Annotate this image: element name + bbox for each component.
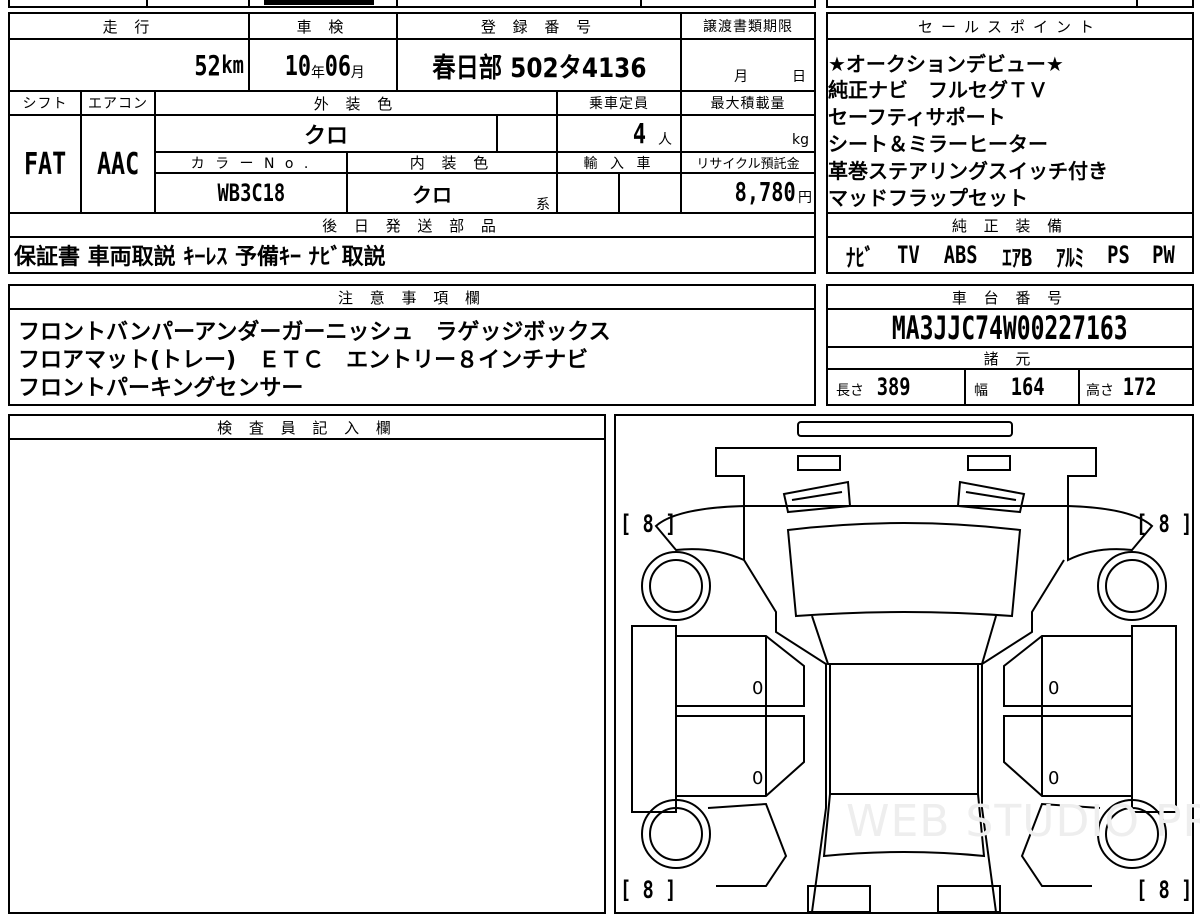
max-load-unit: kg	[792, 132, 809, 148]
mileage-header: 走 行	[102, 17, 156, 36]
inspection-value: 10 年 06 月	[284, 48, 365, 82]
registration-number: 春日部 502タ4136	[431, 52, 647, 84]
watermark: WEB STUDIO PRO	[846, 796, 1200, 847]
capacity-value: 4 人	[632, 117, 672, 150]
deadline-month-unit: 月	[734, 69, 748, 85]
notes-panel: 注 意 事 項 欄 フロントバンパーアンダーガーニッシュ ラゲッジボックス フロ…	[8, 284, 816, 406]
vehicle-info-table: 走 行 車 検 登 録 番 号 譲渡書類期限 52 km 10 年 06 月 春…	[8, 12, 816, 274]
spec-length: 長さ 389	[836, 373, 911, 401]
notes-header: 注 意 事 項 欄	[337, 288, 487, 307]
mileage-unit: km	[221, 51, 244, 79]
transfer-deadline-header: 譲渡書類期限	[703, 19, 793, 35]
color-no-value: WB3C18	[217, 179, 285, 207]
registration-header: 登 録 番 号	[480, 17, 598, 36]
interior-color-header: 内 装 色	[409, 154, 495, 172]
shift-value: FAT	[23, 146, 67, 182]
sales-points-header: セールスポイント	[917, 17, 1102, 36]
inspection-header: 車 検	[296, 17, 350, 36]
equipment-item: TV	[897, 241, 920, 269]
inspector-header: 検 査 員 記 入 欄	[217, 418, 397, 437]
equipment-item: PS	[1107, 241, 1131, 269]
sales-point-line: シート＆ミラーヒーター	[828, 132, 1048, 156]
equipment-item: ﾅﾋﾞ	[845, 243, 874, 272]
equipment-item: ｱﾙﾐ	[1056, 243, 1085, 272]
aircon-header: エアコン	[88, 96, 148, 112]
genuine-equipment-header: 純 正 装 備	[951, 216, 1069, 235]
sales-point-line: 純正ナビ フルセグＴＶ	[828, 78, 1048, 102]
sales-point-line: マッドフラップセット	[828, 186, 1028, 210]
shift-header: シフト	[22, 96, 68, 112]
interior-color-suffix: 系	[536, 197, 550, 213]
spec-width: 幅 164	[974, 373, 1045, 401]
inspector-notes-panel: 検 査 員 記 入 欄	[8, 414, 606, 914]
genuine-equipment-list: ﾅﾋﾞ TV ABS ｴｱB ｱﾙﾐ PS PW	[828, 238, 1192, 272]
specs-header: 諸 元	[983, 349, 1037, 368]
chassis-header: 車 台 番 号	[951, 288, 1069, 307]
later-parts-header: 後 日 発 送 部 品	[322, 216, 502, 235]
sales-points-panel: セールスポイント ★オークションデビュー★ 純正ナビ フルセグＴＶ セーフティサ…	[826, 12, 1194, 274]
door-rear-left-mark: 0	[752, 768, 764, 789]
equipment-item: ABS	[943, 241, 978, 269]
capacity-header: 乗車定員	[589, 96, 649, 112]
door-front-right-mark: 0	[1048, 678, 1060, 699]
sales-point-line: 革巻ステアリングスイッチ付き	[828, 159, 1108, 183]
sales-point-line: ★オークションデビュー★	[828, 52, 1064, 76]
chassis-number: MA3JJC74W00227163	[892, 309, 1128, 347]
vehicle-damage-diagram: WEB STUDIO PRO [ 8 ] [ 8 ] [ 8 ] [ 8 ] 0…	[614, 414, 1200, 914]
exterior-color-header: 外 装 色	[313, 94, 399, 113]
aircon-value: AAC	[96, 146, 140, 182]
recycle-fee-header: リサイクル預託金	[696, 157, 800, 172]
equipment-item: ｴｱB	[1002, 243, 1033, 272]
color-no-header: カ ラ ー N o .	[190, 155, 312, 172]
tire-front-right-depth: [ 8 ]	[1136, 510, 1193, 538]
door-rear-right-mark: 0	[1048, 768, 1060, 789]
import-header: 輸 入 車	[583, 155, 655, 172]
sales-point-line: セーフティサポート	[828, 105, 1006, 129]
max-load-header: 最大積載量	[710, 96, 786, 112]
mileage-value: 52 km	[194, 48, 244, 82]
recycle-fee-value: 8,780 円	[734, 178, 812, 208]
notes-line: フロントパーキングセンサー	[18, 376, 304, 401]
deadline-day-unit: 日	[792, 69, 806, 85]
later-parts-content: 保証書 車両取説 ｷｰﾚｽ 予備ｷｰ ﾅﾋﾞ取説	[14, 245, 386, 270]
chassis-specs-panel: 車 台 番 号 MA3JJC74W00227163 諸 元 長さ 389 幅 1…	[826, 284, 1194, 406]
door-front-left-mark: 0	[752, 678, 764, 699]
spec-height: 高さ 172	[1086, 373, 1157, 401]
exterior-color-value: クロ	[303, 123, 348, 149]
equipment-item: PW	[1152, 241, 1175, 269]
interior-color-value: クロ	[412, 182, 452, 207]
tire-front-left-depth: [ 8 ]	[620, 510, 677, 538]
